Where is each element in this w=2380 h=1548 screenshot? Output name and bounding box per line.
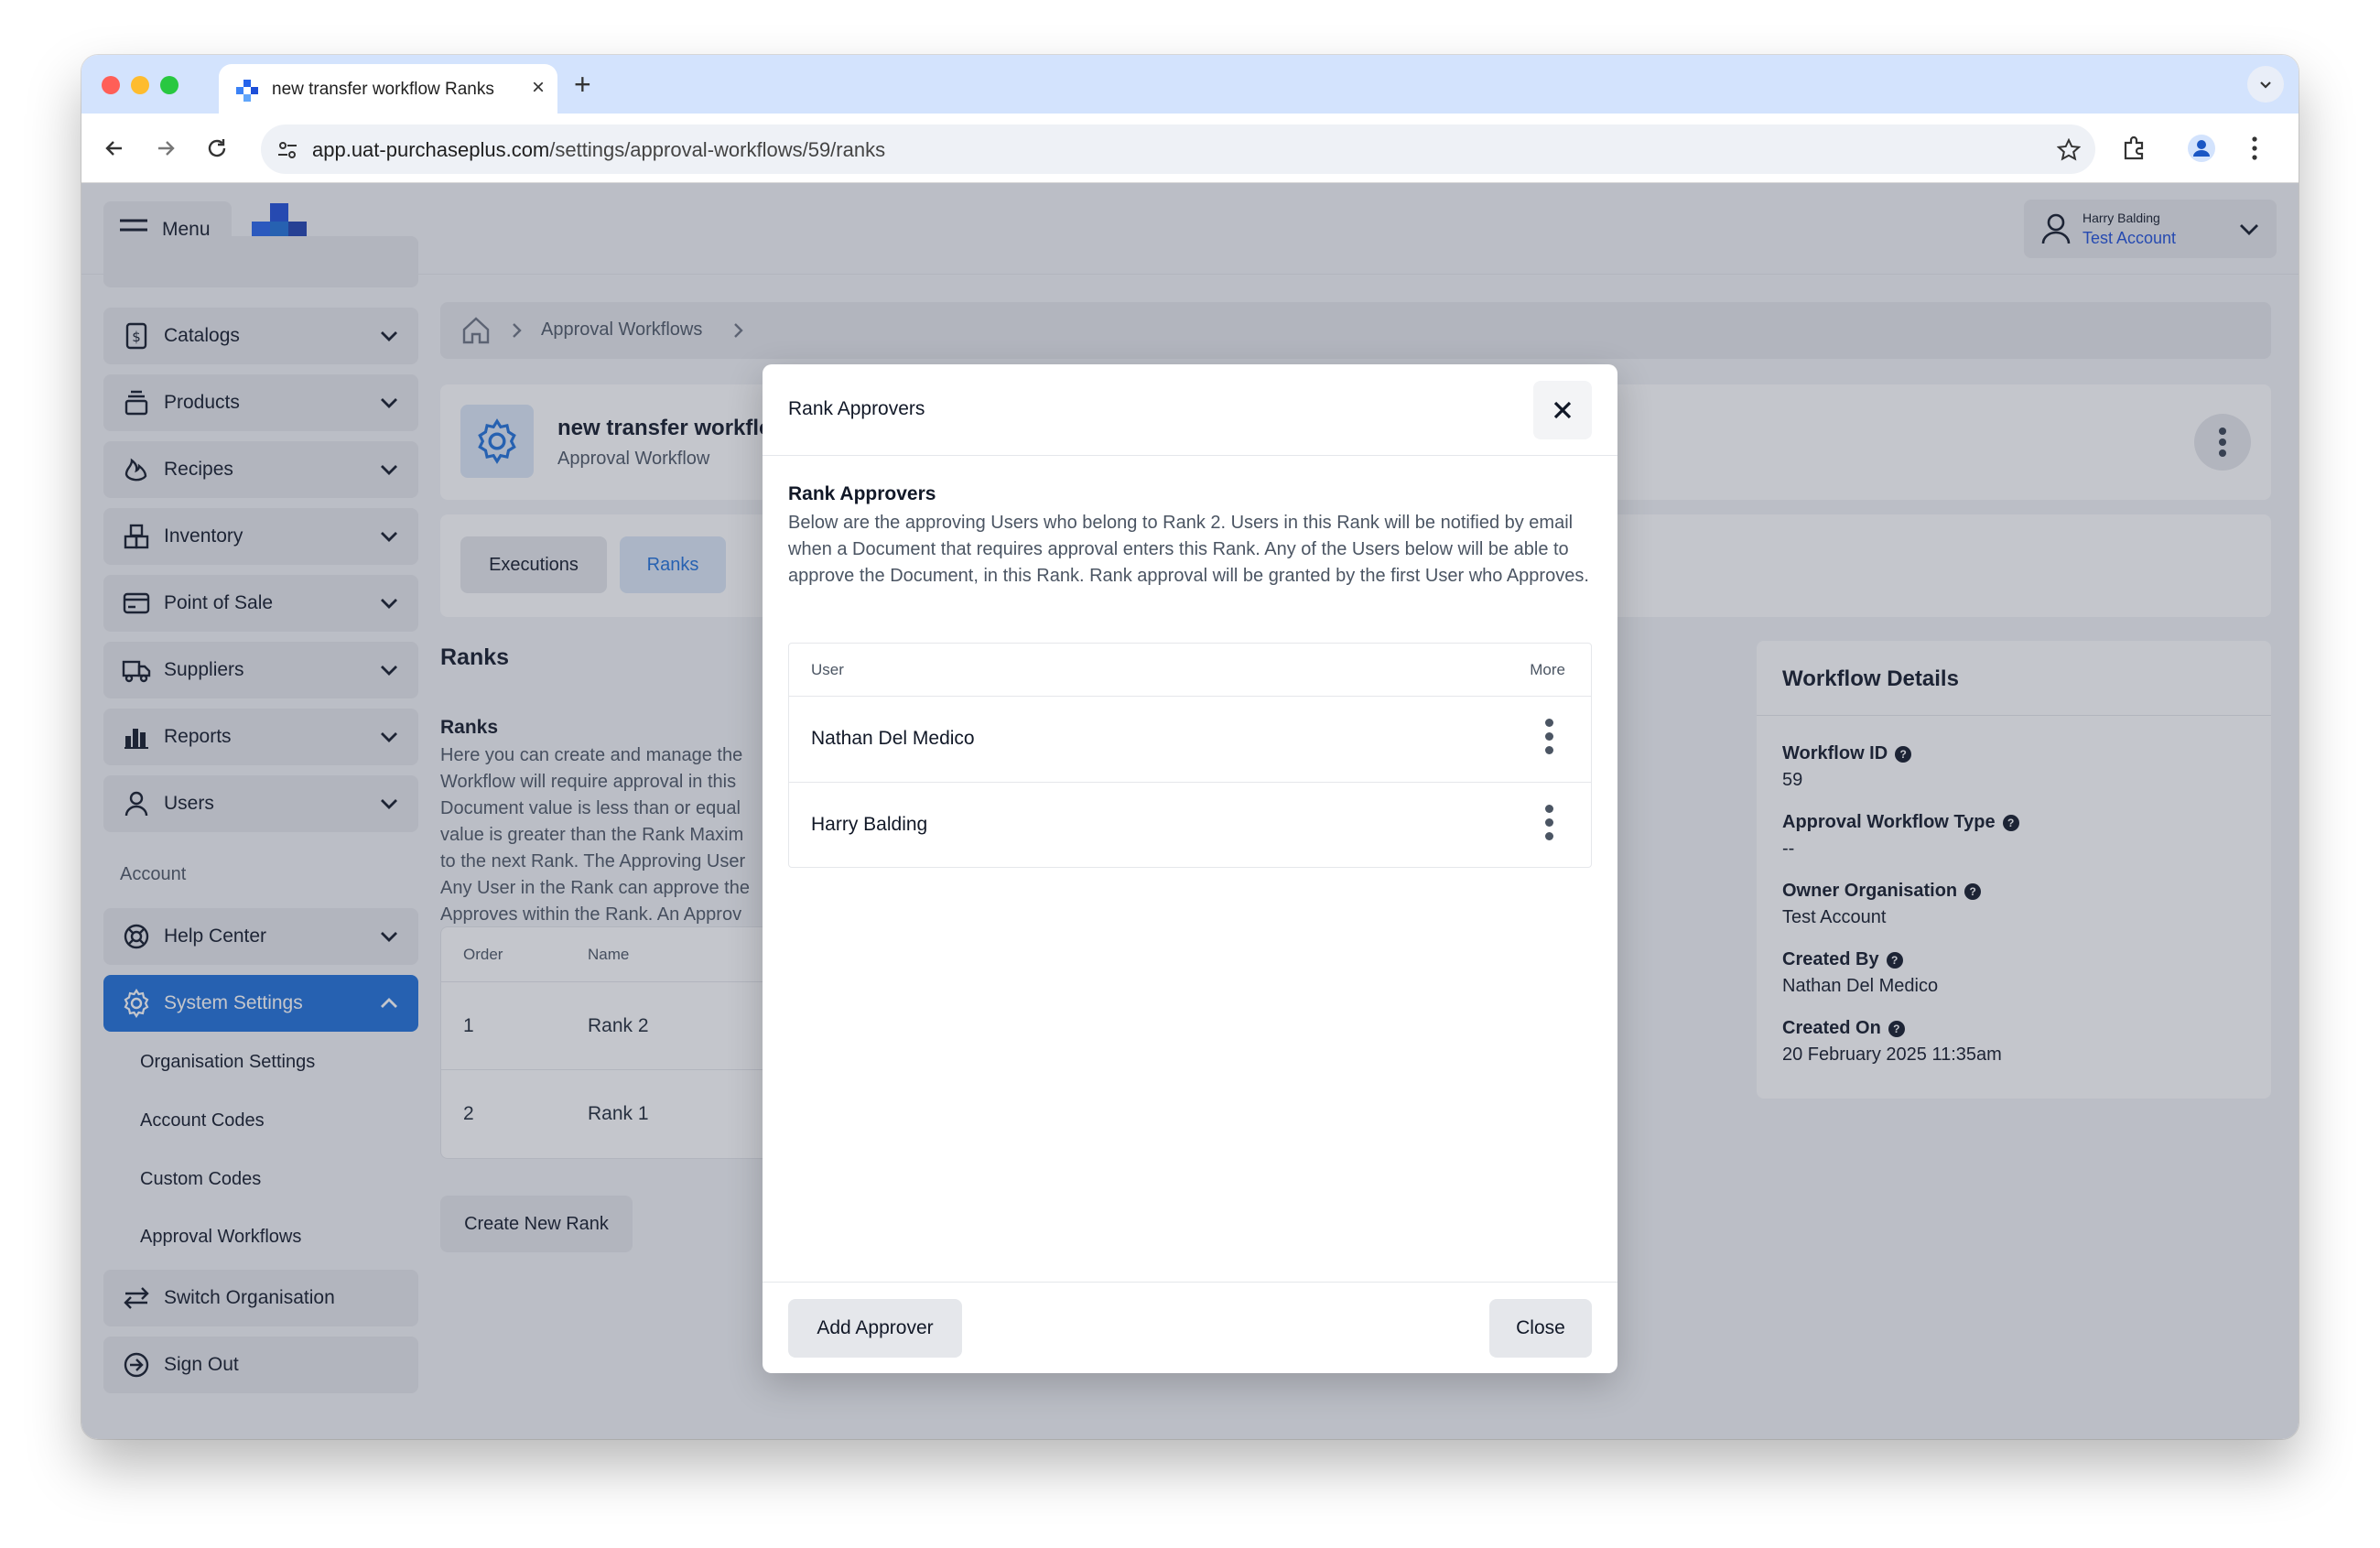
site-settings-icon[interactable] [276,138,299,162]
approvers-table: User More Nathan Del Medico Harry Baldin… [788,643,1592,868]
more-vertical-icon[interactable] [1543,805,1554,840]
approver-name: Harry Balding [811,814,928,835]
tab-title: new transfer workflow Ranks [272,80,494,99]
modal-footer: Add Approver Close [763,1282,1617,1373]
approvers-table-header: User More [789,644,1591,697]
modal-subheading: Rank Approvers [788,483,936,504]
modal-description: Below are the approving Users who belong… [788,513,1589,586]
table-row: Harry Balding [789,783,1591,869]
reload-icon [208,139,226,157]
more-vertical-icon[interactable] [1543,719,1554,754]
more-vertical-icon [2252,136,2257,160]
tab-search-button[interactable] [2247,66,2284,103]
modal-close-button[interactable] [1533,381,1592,439]
browser-tab-strip: new transfer workflow Ranks × + [81,55,2299,115]
close-icon [1553,401,1572,419]
forward-button[interactable] [149,132,182,165]
close-button[interactable]: Close [1489,1299,1592,1358]
minimize-window-button[interactable] [131,76,149,94]
col-user: User [811,661,844,678]
address-bar[interactable]: app.uat-purchaseplus.com/settings/approv… [261,124,2095,174]
modal-title: Rank Approvers [788,398,925,419]
browser-tab-active[interactable]: new transfer workflow Ranks × [219,64,557,115]
new-tab-button[interactable]: + [574,68,591,102]
approver-name: Nathan Del Medico [811,728,975,749]
profile-avatar-icon [2188,135,2215,162]
arrow-right-icon [158,141,175,156]
modal-header: Rank Approvers [763,364,1617,456]
bookmark-star-icon[interactable] [2057,138,2081,162]
purchaseplus-favicon-icon [236,80,258,102]
browser-menu-button[interactable] [2238,132,2271,165]
close-window-button[interactable] [102,76,120,94]
browser-window: new transfer workflow Ranks × + app.uat-… [81,55,2299,1439]
reload-button[interactable] [200,132,233,165]
extensions-button[interactable] [2117,132,2150,165]
zoom-window-button[interactable] [160,76,178,94]
close-tab-icon[interactable]: × [532,75,545,101]
rank-approvers-modal: Rank Approvers Rank Approvers Below are … [763,364,1617,1373]
profile-button[interactable] [2185,132,2218,165]
arrow-left-icon [105,141,122,156]
back-button[interactable] [98,132,131,165]
puzzle-icon [2124,135,2144,160]
browser-toolbar: app.uat-purchaseplus.com/settings/approv… [81,114,2299,183]
app-viewport: Menu Harry Balding Test Account $ Catalo… [81,183,2299,1439]
url-text: app.uat-purchaseplus.com/settings/approv… [312,138,886,161]
add-approver-button[interactable]: Add Approver [788,1299,962,1358]
table-row: Nathan Del Medico [789,697,1591,783]
chevron-down-icon [2260,81,2271,89]
col-more: More [1530,661,1565,678]
